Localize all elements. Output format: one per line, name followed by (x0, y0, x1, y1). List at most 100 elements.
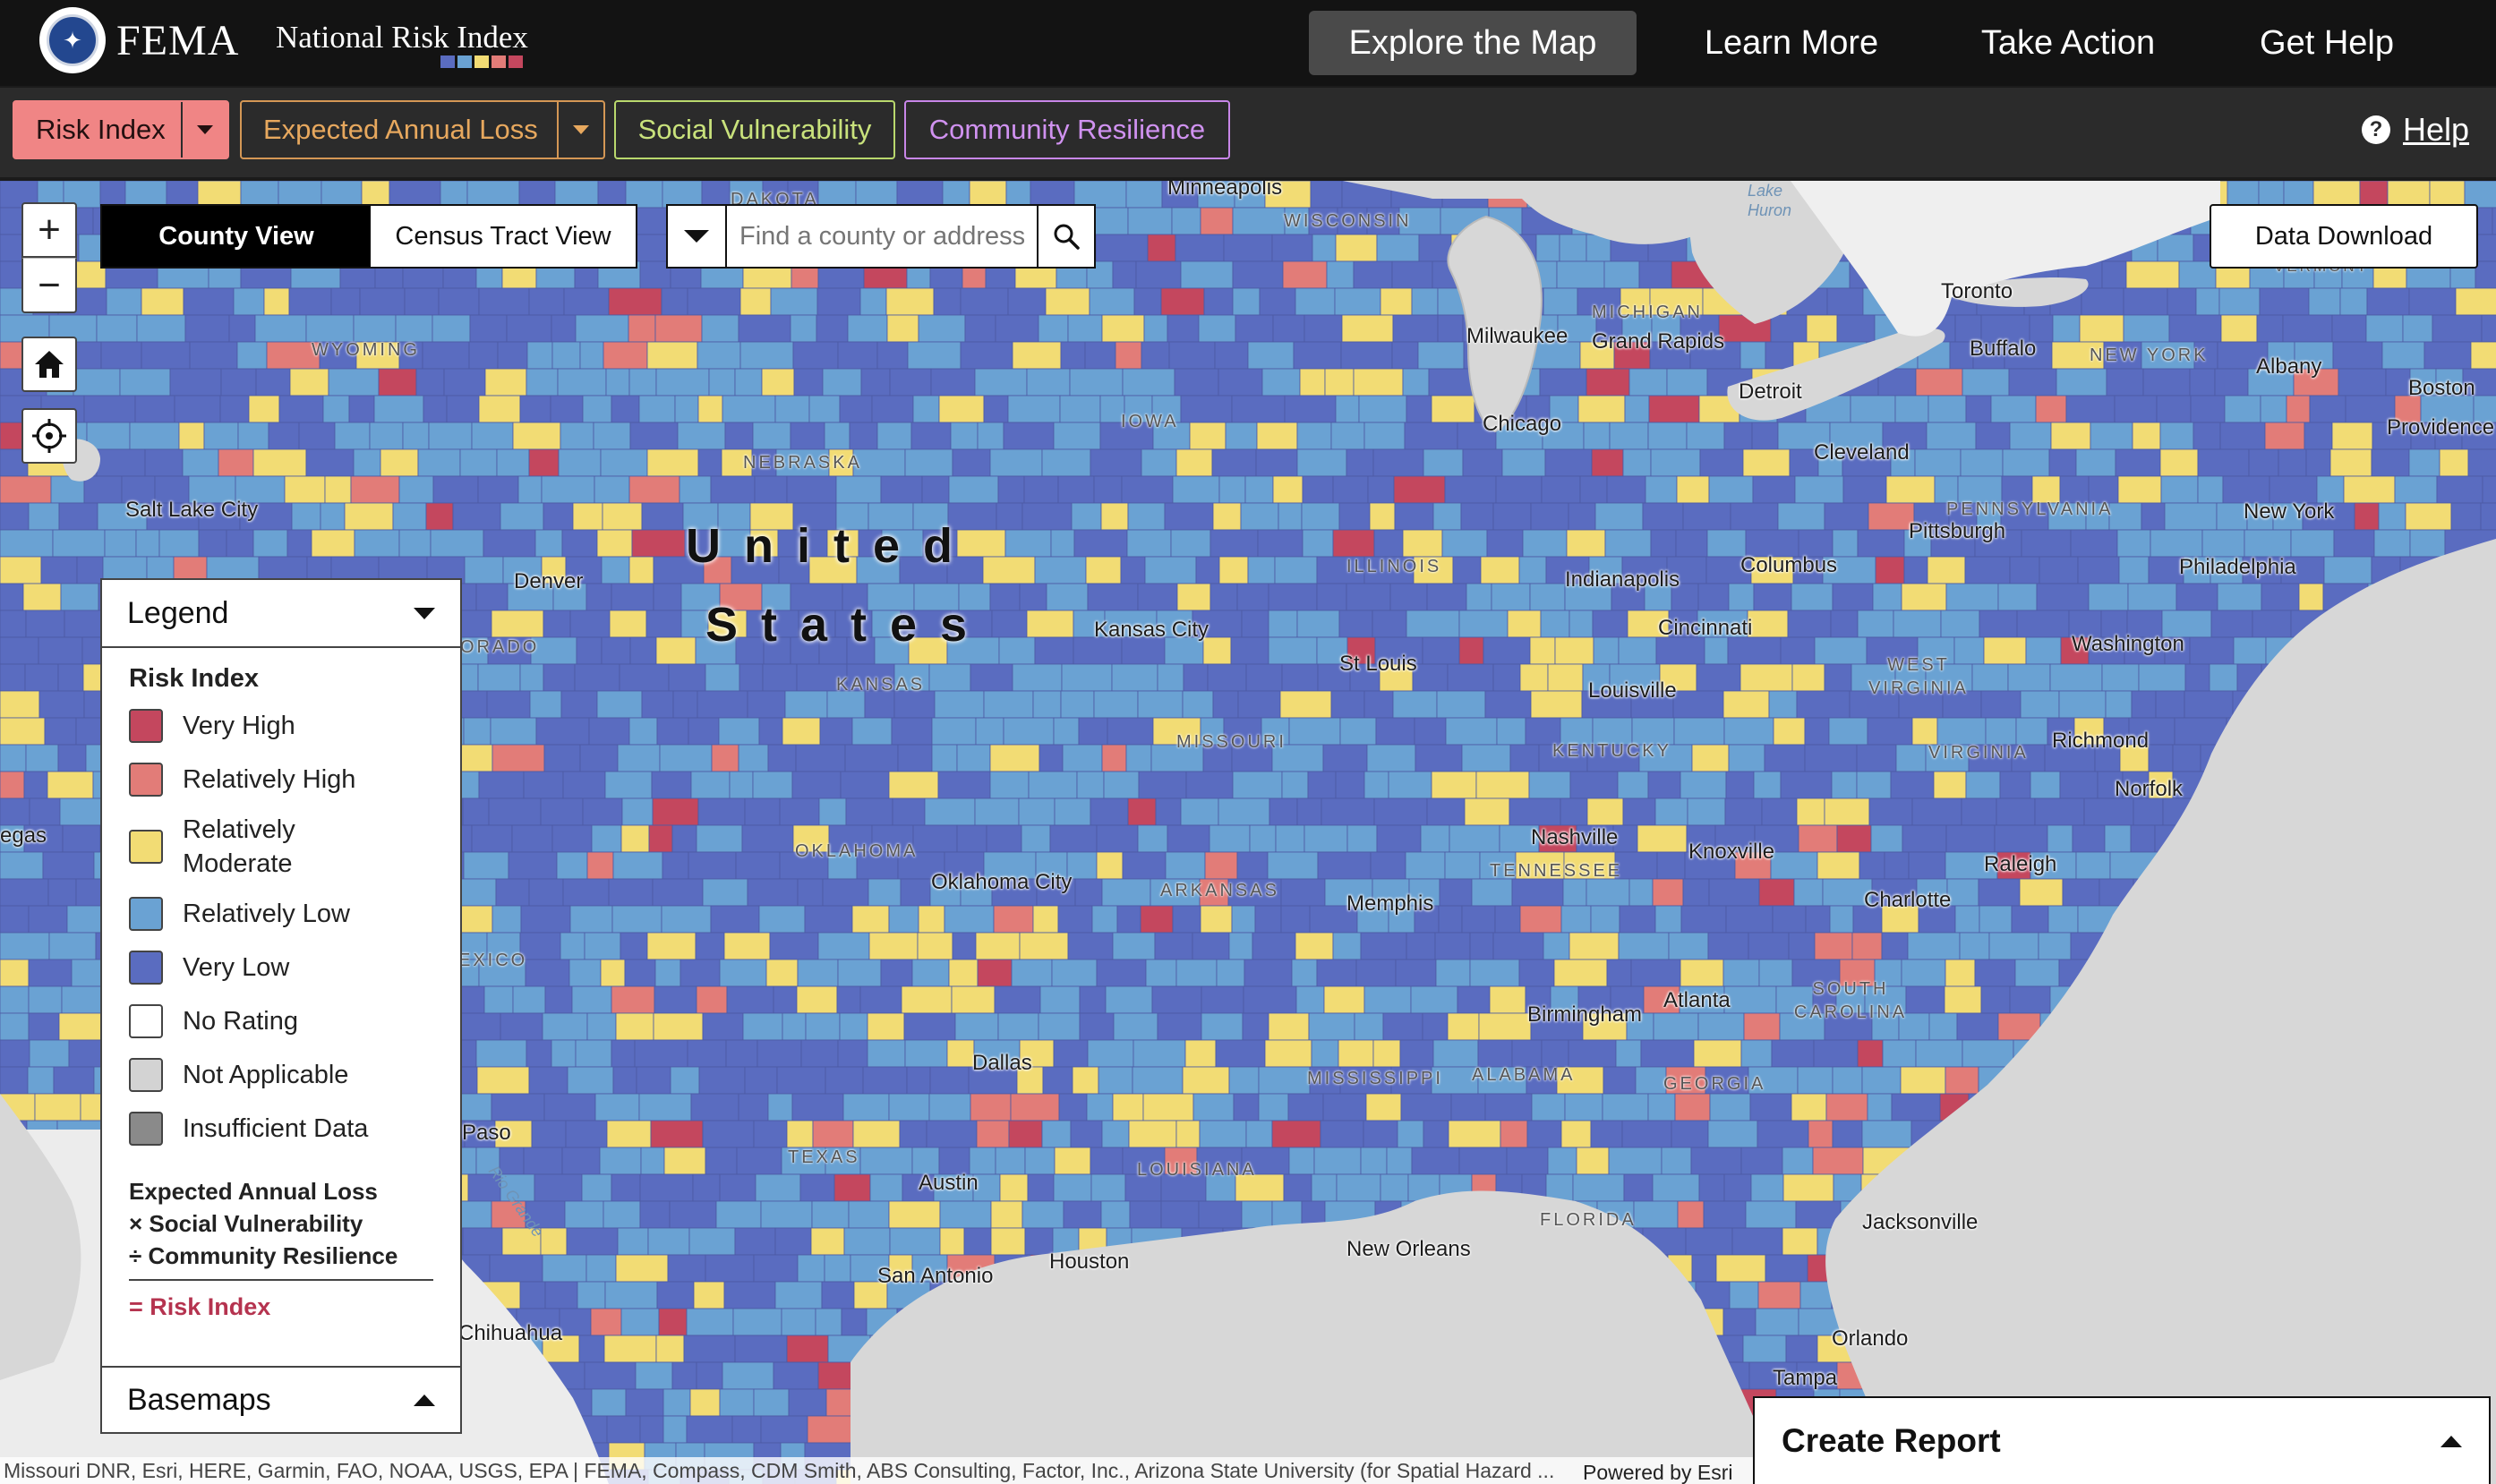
county-cell[interactable] (871, 395, 914, 423)
county-cell[interactable] (1211, 448, 1257, 477)
county-cell[interactable] (2323, 556, 2372, 584)
county-cell[interactable] (1423, 1120, 1449, 1148)
county-cell[interactable] (997, 1012, 1039, 1041)
county-cell[interactable] (1462, 448, 1503, 477)
county-cell[interactable] (1461, 744, 1511, 772)
county-cell[interactable] (1645, 475, 1678, 504)
county-cell[interactable] (463, 717, 492, 746)
county-cell[interactable] (742, 1012, 783, 1041)
county-cell[interactable] (824, 422, 851, 450)
county-cell[interactable] (1076, 771, 1105, 799)
county-cell[interactable] (841, 1308, 868, 1336)
county-cell[interactable] (566, 1227, 619, 1256)
county-cell[interactable] (2125, 260, 2180, 289)
county-cell[interactable] (1431, 771, 1477, 799)
county-cell[interactable] (478, 287, 530, 316)
county-cell[interactable] (698, 1066, 746, 1095)
county-cell[interactable] (629, 422, 679, 450)
county-cell[interactable] (1418, 234, 1452, 262)
county-cell[interactable] (611, 395, 640, 423)
county-cell[interactable] (1728, 583, 1755, 611)
county-cell[interactable] (960, 341, 1013, 370)
county-cell[interactable] (1458, 610, 1509, 638)
county-cell[interactable] (1090, 1173, 1126, 1202)
county-cell[interactable] (1606, 959, 1632, 987)
county-cell[interactable] (1241, 1200, 1273, 1229)
county-cell[interactable] (2482, 475, 2496, 504)
county-cell[interactable] (1946, 878, 1979, 907)
county-cell[interactable] (428, 422, 473, 450)
county-cell[interactable] (1060, 690, 1095, 719)
county-cell[interactable] (523, 771, 564, 799)
county-cell[interactable] (1287, 1093, 1324, 1122)
county-cell[interactable] (1257, 529, 1304, 558)
county-cell[interactable] (606, 1120, 652, 1148)
county-cell[interactable] (577, 1281, 606, 1309)
county-cell[interactable] (0, 663, 26, 692)
county-cell[interactable] (1428, 368, 1476, 397)
county-cell[interactable] (1307, 771, 1337, 799)
county-cell[interactable] (1192, 932, 1230, 960)
county-cell[interactable] (463, 851, 509, 880)
county-cell[interactable] (0, 556, 42, 584)
county-cell[interactable] (1535, 234, 1560, 262)
county-cell[interactable] (738, 314, 791, 343)
county-cell[interactable] (236, 341, 268, 370)
county-cell[interactable] (688, 717, 720, 746)
county-cell[interactable] (951, 985, 996, 1014)
county-cell[interactable] (1243, 985, 1297, 1014)
county-cell[interactable] (1160, 287, 1205, 316)
county-cell[interactable] (2021, 529, 2072, 558)
county-cell[interactable] (1804, 717, 1830, 746)
county-cell[interactable] (158, 529, 200, 558)
county-cell[interactable] (1252, 932, 1296, 960)
county-cell[interactable] (752, 422, 791, 450)
county-cell[interactable] (1586, 878, 1630, 907)
county-cell[interactable] (906, 1066, 931, 1095)
county-cell[interactable] (680, 959, 721, 987)
county-cell[interactable] (543, 1093, 596, 1122)
county-cell[interactable] (952, 448, 991, 477)
county-cell[interactable] (1458, 636, 1484, 665)
county-cell[interactable] (1704, 636, 1729, 665)
county-cell[interactable] (359, 287, 406, 316)
county-cell[interactable] (1577, 395, 1626, 423)
county-cell[interactable] (1791, 663, 1825, 692)
county-cell[interactable] (862, 1066, 908, 1095)
county-cell[interactable] (311, 529, 355, 558)
county-cell[interactable] (1070, 1120, 1103, 1148)
county-cell[interactable] (1311, 1039, 1339, 1068)
county-cell[interactable] (1335, 234, 1378, 262)
county-cell[interactable] (497, 341, 528, 370)
county-cell[interactable] (1122, 368, 1175, 397)
county-cell[interactable] (1725, 905, 1774, 934)
county-cell[interactable] (868, 878, 902, 907)
county-cell[interactable] (921, 475, 950, 504)
county-cell[interactable] (1281, 663, 1319, 692)
county-cell[interactable] (1635, 1066, 1667, 1095)
county-cell[interactable] (696, 1361, 723, 1390)
county-cell[interactable] (1940, 610, 1980, 638)
county-cell[interactable] (584, 1361, 637, 1390)
tab-risk-index[interactable]: Risk Index (13, 100, 229, 159)
county-cell[interactable] (220, 368, 257, 397)
county-cell[interactable] (658, 1308, 688, 1336)
county-cell[interactable] (1204, 851, 1238, 880)
county-cell[interactable] (1652, 1173, 1700, 1202)
county-cell[interactable] (1772, 905, 1807, 934)
county-cell[interactable] (1945, 583, 1999, 611)
county-cell[interactable] (620, 1308, 660, 1336)
risk-index-dropdown-button[interactable] (181, 102, 227, 158)
county-cell[interactable] (1997, 583, 2038, 611)
county-cell[interactable] (2020, 690, 2060, 719)
county-cell[interactable] (638, 1093, 692, 1122)
county-cell[interactable] (1541, 475, 1581, 504)
county-cell[interactable] (350, 475, 400, 504)
county-cell[interactable] (1372, 610, 1407, 638)
county-cell[interactable] (1466, 583, 1492, 611)
county-cell[interactable] (1529, 583, 1566, 611)
county-cell[interactable] (1722, 959, 1760, 987)
county-cell[interactable] (1740, 341, 1766, 370)
county-cell[interactable] (1420, 824, 1450, 853)
county-cell[interactable] (1346, 583, 1391, 611)
